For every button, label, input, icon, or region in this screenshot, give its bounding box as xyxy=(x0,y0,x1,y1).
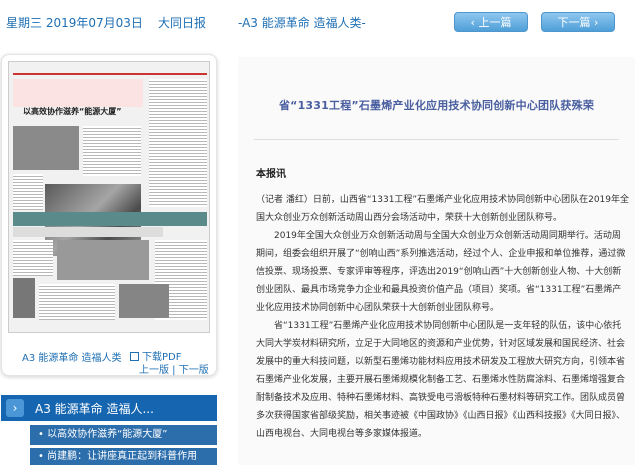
article-title: 省“1331工程”石墨烯产业化应用技术协同创新中心团队获殊荣 xyxy=(278,99,595,112)
pdf-icon xyxy=(130,352,139,361)
page-thumbnail[interactable]: 以高效协作滋养“能源大厦” xyxy=(8,61,210,333)
thumbnail-text-column xyxy=(149,79,207,207)
issue-date: 星期三 2019年07月03日 xyxy=(6,16,143,30)
next-article-button[interactable]: 下一篇 › xyxy=(541,12,615,32)
page-preview-panel: 以高效协作滋养“能源大厦” A3 能源革命 造福人类 下载PDF 上一版 | 下… xyxy=(1,54,217,376)
thumbnail-text-column xyxy=(13,174,43,210)
thumbnail-subheading xyxy=(13,227,163,237)
newspaper-name[interactable]: 大同日报 xyxy=(158,14,206,31)
article-paragraph: 省“1331工程”石墨烯产业化应用技术协同创新中心团队是一支年轻的队伍，该中心依… xyxy=(256,321,626,439)
chevron-right-icon: › xyxy=(6,399,24,417)
page-caption-link[interactable]: A3 能源革命 造福人类 xyxy=(22,349,122,364)
article-paragraph: 2019年全国大众创业万众创新活动周与全国大众创业万众创新活动周同期举行。活动周… xyxy=(256,231,626,313)
article-panel: 省“1331工程”石墨烯产业化应用技术协同创新中心团队获殊荣 本报讯 （记者 潘… xyxy=(238,57,635,465)
thumbnail-photo xyxy=(119,284,169,318)
thumbnail-banner xyxy=(13,79,143,107)
prev-article-label: 上一篇 xyxy=(478,16,512,29)
top-bar: 星期三 2019年07月03日 大同日报 -A3 能源革命 造福人类- ‹ 上一… xyxy=(0,0,640,44)
page-nav-links[interactable]: 上一版 | 下一版 xyxy=(139,361,209,376)
sidebar-article-link[interactable]: • 以高效协作滋养“能源大厦” xyxy=(30,425,217,445)
thumbnail-headline: 以高效协作滋养“能源大厦” xyxy=(23,107,122,116)
sidebar-section-title: A3 能源革命 造福人... xyxy=(35,402,154,416)
thumbnail-text-column xyxy=(83,126,141,176)
sidebar-section-header[interactable]: › A3 能源革命 造福人... xyxy=(1,395,217,421)
page-name[interactable]: -A3 能源革命 造福人类- xyxy=(238,14,366,31)
article-body: （记者 潘红）日前，山西省“1331工程”石墨烯产业化应用技术协同创新中心团队在… xyxy=(256,191,629,443)
article-byline: 本报讯 xyxy=(256,169,286,180)
thumbnail-section-band xyxy=(13,212,207,226)
thumbnail-photo xyxy=(57,240,149,280)
sidebar-article-link[interactable]: • 尚建鹏：让讲座真正起到科普作用 xyxy=(30,448,217,465)
chevron-right-icon: › xyxy=(590,16,599,29)
thumbnail-photo xyxy=(13,278,35,318)
prev-article-button[interactable]: ‹ 上一篇 xyxy=(454,12,528,32)
thumbnail-photo xyxy=(13,126,79,170)
thumbnail-text-column xyxy=(13,240,53,276)
next-article-label: 下一篇 xyxy=(557,16,591,29)
title-divider xyxy=(254,139,619,140)
thumbnail-text-column xyxy=(39,284,115,320)
article-paragraph: （记者 潘红）日前，山西省“1331工程”石墨烯产业化应用技术协同创新中心团队在… xyxy=(256,195,629,223)
thumbnail-masthead xyxy=(13,65,207,75)
